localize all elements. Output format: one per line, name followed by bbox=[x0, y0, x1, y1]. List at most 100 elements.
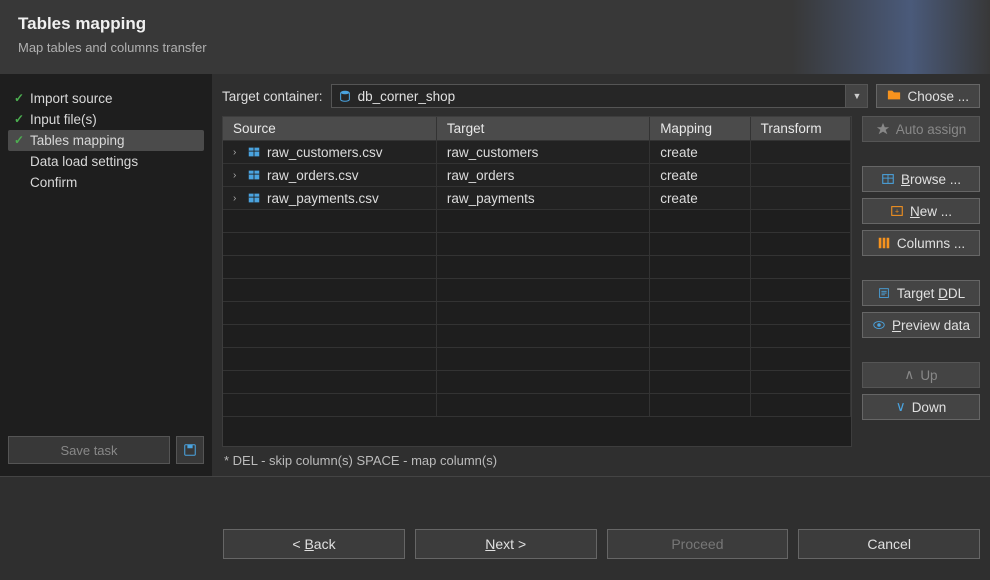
main-row: Source Target Mapping Transform › raw_cus… bbox=[222, 116, 980, 468]
cancel-button[interactable]: Cancel bbox=[798, 529, 980, 559]
cell-transform[interactable] bbox=[750, 141, 850, 164]
table-row-empty: . bbox=[223, 279, 851, 302]
new-icon: + bbox=[890, 204, 904, 218]
save-icon bbox=[183, 443, 197, 457]
star-icon bbox=[876, 122, 890, 136]
main-panel: Target container: ▼ Choose ... bbox=[212, 74, 990, 476]
wizard-step-confirm[interactable]: Confirm bbox=[8, 172, 204, 193]
table-header-row: Source Target Mapping Transform bbox=[223, 117, 851, 141]
cell-mapping[interactable]: create bbox=[650, 187, 750, 210]
auto-assign-button[interactable]: Auto assign bbox=[862, 116, 980, 142]
mapping-table-container: Source Target Mapping Transform › raw_cus… bbox=[222, 116, 852, 447]
cell-transform[interactable] bbox=[750, 187, 850, 210]
dialog-header: Tables mapping Map tables and columns tr… bbox=[0, 0, 990, 74]
auto-assign-label: Auto assign bbox=[896, 122, 967, 137]
preview-data-button[interactable]: Preview data bbox=[862, 312, 980, 338]
cell-target[interactable]: raw_orders bbox=[436, 164, 649, 187]
down-button[interactable]: ∨ Down bbox=[862, 394, 980, 420]
table-row[interactable]: › raw_orders.csv raw_orderscreate bbox=[223, 164, 851, 187]
target-container-label: Target container: bbox=[222, 89, 323, 104]
keyboard-hint: * DEL - skip column(s) SPACE - map colum… bbox=[222, 447, 852, 468]
svg-text:+: + bbox=[895, 209, 899, 216]
table-icon bbox=[881, 172, 895, 186]
expand-icon[interactable]: › bbox=[233, 170, 241, 181]
ddl-icon bbox=[877, 286, 891, 300]
wizard-step-label: Confirm bbox=[30, 175, 77, 190]
wizard-step-label: Data load settings bbox=[30, 154, 138, 169]
target-container-field-wrap: ▼ bbox=[331, 84, 869, 108]
target-container-input[interactable] bbox=[352, 89, 846, 104]
cell-mapping[interactable]: create bbox=[650, 141, 750, 164]
choose-button[interactable]: Choose ... bbox=[876, 84, 980, 108]
wizard-step-label: Import source bbox=[30, 91, 113, 106]
new-label: New ... bbox=[910, 204, 952, 219]
preview-label: Preview data bbox=[892, 318, 970, 333]
new-button[interactable]: + New ... bbox=[862, 198, 980, 224]
dialog-footer: < Back Next > Proceed Cancel bbox=[0, 476, 990, 580]
browse-button[interactable]: Browse ... bbox=[862, 166, 980, 192]
col-header-target[interactable]: Target bbox=[436, 117, 649, 141]
chevron-down-icon: ∨ bbox=[896, 399, 906, 415]
table-row-empty: . bbox=[223, 348, 851, 371]
table-row-empty: . bbox=[223, 371, 851, 394]
expand-icon[interactable]: › bbox=[233, 147, 241, 158]
cell-source[interactable]: › raw_orders.csv bbox=[223, 164, 436, 187]
table-row-empty: . bbox=[223, 394, 851, 417]
target-container-dropdown[interactable]: ▼ bbox=[845, 85, 867, 107]
next-button[interactable]: Next > bbox=[415, 529, 597, 559]
target-container-row: Target container: ▼ Choose ... bbox=[222, 84, 980, 108]
table-row-empty: . bbox=[223, 302, 851, 325]
folder-icon bbox=[887, 88, 901, 105]
source-filename: raw_customers.csv bbox=[267, 145, 383, 160]
back-button[interactable]: < Back bbox=[223, 529, 405, 559]
table-row[interactable]: › raw_customers.csv raw_customerscreate bbox=[223, 141, 851, 164]
table-icon bbox=[247, 145, 261, 159]
wizard-step-import-source[interactable]: Import source bbox=[8, 88, 204, 109]
mapping-table: Source Target Mapping Transform › raw_cus… bbox=[223, 117, 851, 417]
cell-transform[interactable] bbox=[750, 164, 850, 187]
preview-icon bbox=[872, 318, 886, 332]
save-task-button[interactable]: Save task bbox=[8, 436, 170, 464]
col-header-mapping[interactable]: Mapping bbox=[650, 117, 750, 141]
source-filename: raw_payments.csv bbox=[267, 191, 379, 206]
mapping-table-area: Source Target Mapping Transform › raw_cus… bbox=[222, 116, 852, 468]
target-ddl-label: Target DDL bbox=[897, 286, 965, 301]
col-header-transform[interactable]: Transform bbox=[750, 117, 850, 141]
table-row-empty: . bbox=[223, 256, 851, 279]
table-icon bbox=[247, 168, 261, 182]
page-subtitle: Map tables and columns transfer bbox=[18, 40, 972, 55]
wizard-step-label: Tables mapping bbox=[30, 133, 125, 148]
proceed-button[interactable]: Proceed bbox=[607, 529, 789, 559]
cell-target[interactable]: raw_customers bbox=[436, 141, 649, 164]
wizard-step-data-load[interactable]: Data load settings bbox=[8, 151, 204, 172]
dialog-body: Import source Input file(s) Tables mappi… bbox=[0, 74, 990, 476]
target-ddl-button[interactable]: Target DDL bbox=[862, 280, 980, 306]
wizard-step-label: Input file(s) bbox=[30, 112, 97, 127]
choose-label: Choose ... bbox=[907, 89, 969, 104]
database-icon bbox=[338, 89, 352, 103]
wizard-sidebar: Import source Input file(s) Tables mappi… bbox=[0, 74, 212, 476]
source-filename: raw_orders.csv bbox=[267, 168, 359, 183]
table-body: › raw_customers.csv raw_customerscreate › ra… bbox=[223, 141, 851, 417]
cell-source[interactable]: › raw_payments.csv bbox=[223, 187, 436, 210]
wizard-step-tables-mapping[interactable]: Tables mapping bbox=[8, 130, 204, 151]
expand-icon[interactable]: › bbox=[233, 193, 241, 204]
sidebar-bottom: Save task bbox=[8, 434, 204, 466]
table-row-empty: . bbox=[223, 325, 851, 348]
table-icon bbox=[247, 191, 261, 205]
table-row[interactable]: › raw_payments.csv raw_paymentscreate bbox=[223, 187, 851, 210]
cell-target[interactable]: raw_payments bbox=[436, 187, 649, 210]
columns-button[interactable]: Columns ... bbox=[862, 230, 980, 256]
table-row-empty: . bbox=[223, 210, 851, 233]
down-label: Down bbox=[912, 400, 947, 415]
col-header-source[interactable]: Source bbox=[223, 117, 436, 141]
table-row-empty: . bbox=[223, 233, 851, 256]
cell-source[interactable]: › raw_customers.csv bbox=[223, 141, 436, 164]
page-title: Tables mapping bbox=[18, 14, 972, 34]
cell-mapping[interactable]: create bbox=[650, 164, 750, 187]
up-button[interactable]: ∧ Up bbox=[862, 362, 980, 388]
wizard-step-input-files[interactable]: Input file(s) bbox=[8, 109, 204, 130]
save-task-settings-button[interactable] bbox=[176, 436, 204, 464]
up-label: Up bbox=[920, 368, 937, 383]
chevron-up-icon: ∧ bbox=[904, 367, 914, 383]
